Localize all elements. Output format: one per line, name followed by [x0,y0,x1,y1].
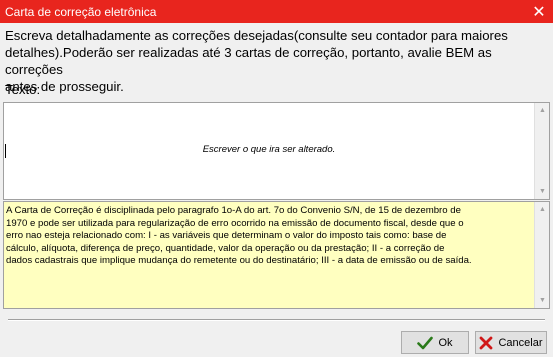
instructions-line: antes de prosseguir. [5,79,124,94]
input-placeholder: Escrever o que ira ser alterado. [202,144,336,155]
close-button[interactable]: ✕ [525,0,553,23]
instructions-line: detalhes).Poderão ser realizadas até 3 c… [5,45,492,77]
cancel-button[interactable]: Cancelar [475,331,547,354]
cancel-label: Cancelar [498,336,543,349]
instructions-text: Escreva detalhadamente as correções dese… [5,27,550,95]
scroll-up-icon[interactable]: ▲ [535,202,550,217]
correction-text-input[interactable]: Escrever o que ira ser alterado. ▲ ▼ [3,102,550,200]
legal-info-text: A Carta de Correção é disciplinada pelo … [6,205,532,268]
divider [8,319,545,321]
info-line: erro nao esteja relacionado com: I - as … [6,230,447,241]
close-icon: ✕ [532,3,546,21]
scroll-down-icon[interactable]: ▼ [535,293,550,308]
info-scrollbar[interactable]: ▲ ▼ [534,202,549,308]
info-line: cálculo, alíquota, diferença de preço, q… [6,242,445,254]
input-scrollbar[interactable]: ▲ ▼ [534,103,549,199]
ok-button[interactable]: Ok [401,331,469,354]
info-line: dados cadastrais que implique mudança do… [6,255,472,266]
texto-label: Texto: [5,82,41,97]
window-title: Carta de correção eletrônica [5,4,157,19]
scroll-up-icon[interactable]: ▲ [535,103,550,118]
legal-info-box: A Carta de Correção é disciplinada pelo … [3,201,550,309]
scroll-down-icon[interactable]: ▼ [535,184,550,199]
title-bar: Carta de correção eletrônica ✕ [0,0,553,23]
ok-label: Ok [438,336,453,349]
instructions-line: Escreva detalhadamente as correções dese… [5,28,508,43]
cross-icon [480,336,493,349]
info-line: 1970 e pode ser utilizada para regulariz… [6,217,464,229]
info-line: A Carta de Correção é disciplinada pelo … [6,205,461,216]
checkmark-icon [417,336,434,349]
